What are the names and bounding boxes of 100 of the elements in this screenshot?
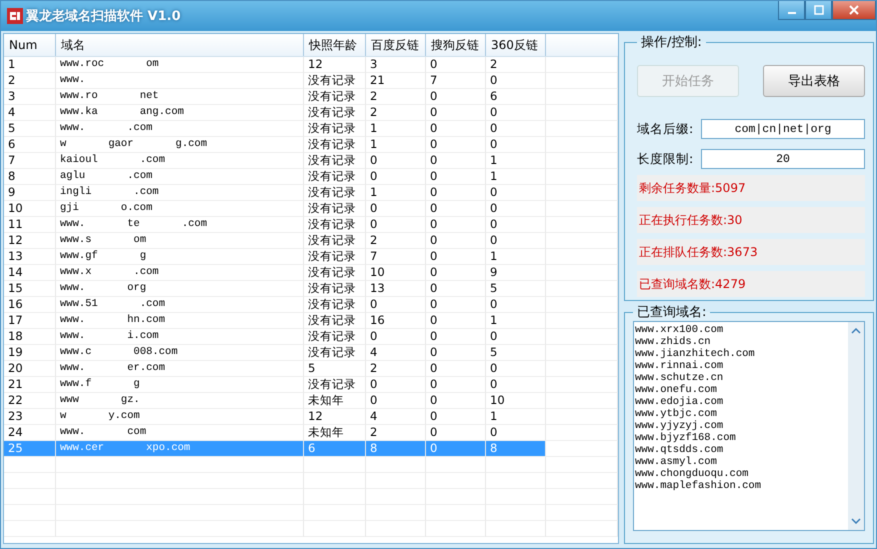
column-header[interactable]: 域名 xyxy=(56,34,304,56)
table-row[interactable]: 1 www.roc om 12 3 0 2 xyxy=(4,57,618,73)
domain-fragment: ingli xyxy=(60,185,92,200)
table-cell: 10 xyxy=(490,393,505,408)
table-cell: 5 xyxy=(490,281,498,296)
table-cell: 0 xyxy=(370,329,378,344)
table-cell: 0 xyxy=(430,89,438,104)
table-row[interactable]: 11 www. te .com 没有记录 0 0 0 xyxy=(4,217,618,233)
column-header[interactable]: 搜狗反链 xyxy=(426,34,486,56)
domain-fragment: gji xyxy=(60,201,79,216)
field-label: 长度限制: xyxy=(637,150,691,168)
table-cell: 没有记录 xyxy=(308,121,356,136)
table-row[interactable]: 9 ingli .com 没有记录 1 0 0 xyxy=(4,185,618,201)
table-cell: 0 xyxy=(370,377,378,392)
empty-cell xyxy=(546,457,618,473)
table-row[interactable]: 5 www. .com 没有记录 1 0 0 xyxy=(4,121,618,137)
table-cell: 25 xyxy=(8,441,23,456)
table-cell: 0 xyxy=(430,217,438,232)
status-label: 正在排队任务数:3673 xyxy=(637,239,865,265)
table-row[interactable]: 12 www.s om 没有记录 2 0 0 xyxy=(4,233,618,249)
table-row[interactable]: 10 gji o.com 没有记录 0 0 0 xyxy=(4,201,618,217)
table-row[interactable]: 17 www. hn.com 没有记录 16 0 1 xyxy=(4,313,618,329)
table-cell: 1 xyxy=(370,185,378,200)
domain-fragment: g xyxy=(140,249,146,264)
table-cell: 7 xyxy=(430,73,438,88)
domain-fragment: www.ka xyxy=(60,105,98,120)
table-row[interactable]: 6 w gaor g.com 没有记录 1 0 0 xyxy=(4,137,618,153)
table-row[interactable]: 16 www.51 .com 没有记录 0 0 0 xyxy=(4,297,618,313)
status-label: 已查询域名数:4279 xyxy=(637,271,865,297)
table-cell: 0 xyxy=(430,393,438,408)
table-cell: 10 xyxy=(370,265,385,280)
scroll-up-icon[interactable] xyxy=(851,328,861,334)
domain-fragment: www.cer xyxy=(60,441,104,456)
domain-fragment: www. xyxy=(60,217,86,232)
input-field[interactable]: 20 xyxy=(701,149,865,169)
table-cell: 0 xyxy=(430,329,438,344)
log-textarea[interactable] xyxy=(633,321,865,531)
scroll-down-icon[interactable] xyxy=(851,518,861,524)
domain-fragment: g xyxy=(134,377,140,392)
table-row[interactable]: 19 www.c 008.com 没有记录 4 0 5 xyxy=(4,345,618,361)
domain-fragment: w xyxy=(60,137,66,152)
table-cell: 没有记录 xyxy=(308,249,356,264)
table-cell: 5 xyxy=(308,361,316,376)
domain-fragment: www. xyxy=(60,281,86,296)
table-cell: 没有记录 xyxy=(308,377,356,392)
table-cell: 1 xyxy=(8,57,16,72)
table-cell: 没有记录 xyxy=(308,73,356,88)
log-line: www.chongduoqu.com xyxy=(635,468,750,480)
close-button[interactable] xyxy=(832,1,876,20)
domain-fragment: gaor xyxy=(108,137,134,152)
table-cell: 8 xyxy=(490,441,498,456)
table-cell: 0 xyxy=(430,409,438,424)
column-header[interactable]: 360反链 xyxy=(486,34,546,56)
table-row[interactable]: 4 www.ka ang.com 没有记录 2 0 0 xyxy=(4,105,618,121)
domain-fragment: .com xyxy=(134,265,159,280)
domain-fragment: www.51 xyxy=(60,297,98,312)
table-row[interactable]: 8 aglu .com 没有记录 0 0 1 xyxy=(4,169,618,185)
table-cell: 没有记录 xyxy=(308,265,356,280)
input-field[interactable]: com|cn|net|org xyxy=(701,119,865,139)
table-row[interactable]: 22 www gz. 未知年 0 0 10 xyxy=(4,393,618,409)
table-row[interactable]: 20 www. er.com 5 2 0 0 xyxy=(4,361,618,377)
domain-fragment: g.com xyxy=(176,137,208,152)
action-button[interactable]: 导出表格 xyxy=(763,65,865,97)
minimize-button[interactable] xyxy=(778,1,805,20)
table-cell: 3 xyxy=(370,57,378,72)
empty-cell xyxy=(4,457,56,473)
domain-fragment: www.f xyxy=(60,377,92,392)
table-row[interactable]: 14 www.x .com 没有记录 10 0 9 xyxy=(4,265,618,281)
domain-fragment: www.x xyxy=(60,265,92,280)
table-cell: 8 xyxy=(370,441,378,456)
table-cell: 0 xyxy=(370,217,378,232)
table-row[interactable]: 18 www. i.com 没有记录 0 0 0 xyxy=(4,329,618,345)
table-cell: 0 xyxy=(490,201,498,216)
column-header[interactable]: Num xyxy=(4,34,56,56)
table-row[interactable]: 7 kaioul .com 没有记录 0 0 1 xyxy=(4,153,618,169)
scrollbar[interactable] xyxy=(848,322,864,530)
table-cell: 7 xyxy=(370,249,378,264)
domain-fragment: om xyxy=(146,57,159,72)
status-label: 正在执行任务数:30 xyxy=(637,207,865,233)
table-cell: 0 xyxy=(430,265,438,280)
table-row[interactable]: 23 w y.com 12 4 0 1 xyxy=(4,409,618,425)
table-cell: 4 xyxy=(8,105,16,120)
table-row[interactable]: 15 www. org 没有记录 13 0 5 xyxy=(4,281,618,297)
empty-cell xyxy=(366,457,426,473)
domain-fragment: .com xyxy=(134,185,159,200)
column-header[interactable]: 百度反链 xyxy=(366,34,426,56)
table-row[interactable]: 2 www. 没有记录 21 7 0 xyxy=(4,73,618,89)
table-cell: 6 xyxy=(8,137,16,152)
table-cell: 12 xyxy=(8,233,23,248)
table-row[interactable]: 21 www.f g 没有记录 0 0 0 xyxy=(4,377,618,393)
table-cell: 0 xyxy=(490,105,498,120)
column-header[interactable]: 快照年龄 xyxy=(304,34,366,56)
table-cell: 21 xyxy=(8,377,23,392)
table-cell: 没有记录 xyxy=(308,185,356,200)
domain-fragment: te xyxy=(127,217,140,232)
table-row[interactable]: 13 www.gf g 没有记录 7 0 1 xyxy=(4,249,618,265)
table-cell: 0 xyxy=(370,153,378,168)
table-row[interactable]: 3 www.ro net 没有记录 2 0 6 xyxy=(4,89,618,105)
maximize-button[interactable] xyxy=(805,1,832,20)
domain-fragment: i.com xyxy=(127,329,159,344)
